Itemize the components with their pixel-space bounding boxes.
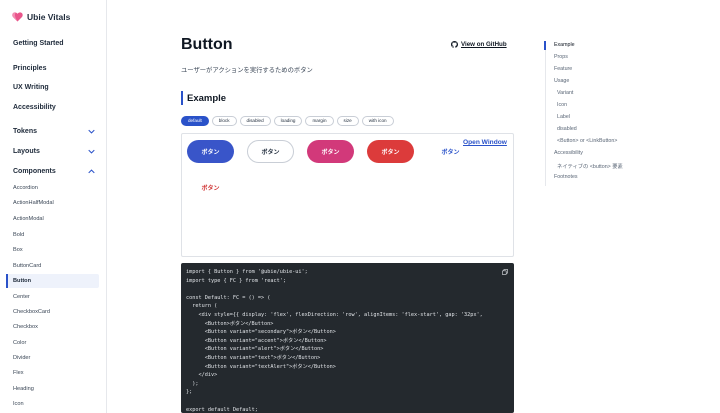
secondary-button[interactable]: ボタン [247, 140, 294, 163]
code-line: return ( [186, 303, 218, 310]
code-line: ); [186, 380, 199, 387]
github-link[interactable]: View on GitHub [451, 41, 507, 48]
toc-item-props[interactable]: Props [554, 54, 568, 60]
toc-item-feature[interactable]: Feature [554, 66, 572, 72]
tab-default[interactable]: default [181, 116, 209, 126]
active-item-indicator [6, 274, 8, 288]
sidebar-item-accordion[interactable]: Accordion [13, 185, 38, 191]
code-line: <Button variant="alert">ボタン</Button> [186, 346, 324, 353]
sidebar-item-icon[interactable]: Icon [13, 401, 24, 407]
section-title-example: Example [187, 93, 227, 104]
toc-active-indicator [544, 41, 546, 50]
brand-logo[interactable]: Ubie Vitals [12, 12, 70, 22]
sidebar-item-flex[interactable]: Flex [13, 370, 24, 376]
code-line: </div> [186, 372, 218, 379]
tab-size[interactable]: size [336, 116, 359, 126]
sidebar-item-divider[interactable]: Divider [13, 355, 30, 361]
code-line: import { Button } from '@ubie/ubie-ui'; [186, 269, 308, 275]
sidebar-item-heading[interactable]: Heading [13, 386, 34, 392]
text-button[interactable]: ボタン [427, 140, 474, 163]
sidebar: Ubie Vitals Getting Started Principles U… [0, 0, 107, 413]
code-line: import type { FC } from 'react'; [186, 277, 286, 284]
code-line: <Button>ボタン</Button> [186, 320, 274, 327]
toc-item-example[interactable]: Example [554, 42, 575, 48]
toc-item-accessibility[interactable]: Accessibility [554, 150, 583, 156]
alert-button[interactable]: ボタン [367, 140, 414, 163]
tab-block[interactable]: block [211, 116, 237, 126]
toc-item-variant[interactable]: Variant [557, 90, 573, 96]
sidebar-item-accessibility[interactable]: Accessibility [13, 104, 56, 111]
sidebar-item-bold[interactable]: Bold [13, 232, 24, 238]
heart-icon [12, 12, 23, 22]
tab-margin[interactable]: margin [305, 116, 334, 126]
sidebar-group-label: Components [13, 168, 56, 175]
toc-item-icon[interactable]: Icon [557, 102, 567, 108]
sidebar-item-checkbox[interactable]: Checkbox [13, 324, 38, 330]
chevron-down-icon [88, 149, 95, 154]
code-line: }; [186, 389, 193, 396]
github-icon [451, 41, 458, 48]
primary-button[interactable]: ボタン [187, 140, 234, 163]
sidebar-item-box[interactable]: Box [13, 247, 23, 253]
github-link-label: View on GitHub [461, 41, 507, 48]
code-block: import { Button } from '@ubie/ubie-ui'; … [181, 263, 514, 413]
sidebar-group-layouts[interactable]: Layouts [13, 148, 95, 155]
code-line: <Button variant="accent">ボタン</Button> [186, 337, 327, 344]
toc-item-native-button[interactable]: ネイティブの <button> 要素 [557, 162, 623, 170]
sidebar-item-getting-started[interactable]: Getting Started [13, 40, 64, 47]
sidebar-item-checkboxcard[interactable]: CheckboxCard [13, 309, 50, 315]
sidebar-group-label: Layouts [13, 148, 40, 155]
toc-item-button-or-linkbutton[interactable]: <Button> or <LinkButton> [557, 138, 617, 144]
sidebar-item-buttoncard[interactable]: ButtonCard [13, 263, 41, 269]
sidebar-item-button[interactable]: Button [13, 278, 31, 284]
code-content: import { Button } from '@ubie/ubie-ui'; … [186, 268, 511, 413]
code-line: const Default: FC = () => ( [186, 294, 271, 301]
code-line: <Button variant="text">ボタン</Button> [186, 354, 321, 361]
tab-disabled[interactable]: disabled [239, 116, 271, 126]
tab-loading[interactable]: loading [273, 116, 303, 126]
sidebar-item-color[interactable]: Color [13, 340, 26, 346]
toc-item-disabled[interactable]: disabled [557, 126, 577, 132]
code-line: <Button variant="textAlert">ボタン</Button> [186, 363, 336, 370]
code-line: export default Default; [186, 406, 258, 413]
chevron-down-icon [88, 129, 95, 134]
sidebar-item-actionmodal[interactable]: ActionModal [13, 216, 44, 222]
toc-item-footnotes[interactable]: Footnotes [554, 174, 578, 180]
page-title: Button [181, 36, 233, 53]
toc-rail [545, 41, 546, 186]
sidebar-group-tokens[interactable]: Tokens [13, 128, 95, 135]
text-alert-button[interactable]: ボタン [187, 176, 234, 199]
sidebar-group-label: Tokens [13, 128, 37, 135]
code-line: <div style={{ display: 'flex', flexDirec… [186, 311, 483, 318]
sidebar-item-actionhalfmodal[interactable]: ActionHalfModal [13, 200, 54, 206]
sidebar-item-ux-writing[interactable]: UX Writing [13, 84, 49, 91]
code-line: <Button variant="secondary">ボタン</Button> [186, 329, 336, 336]
toc-item-usage[interactable]: Usage [554, 78, 569, 84]
sidebar-group-components[interactable]: Components [13, 168, 95, 175]
example-tabs: default block disabled loading margin si… [181, 116, 394, 126]
page-subtitle: ユーザーがアクションを実行するためのボタン [181, 67, 313, 74]
section-accent-bar [181, 91, 183, 105]
sidebar-item-center[interactable]: Center [13, 294, 30, 300]
tab-with-icon[interactable]: with icon [361, 116, 394, 126]
accent-button[interactable]: ボタン [307, 140, 354, 163]
brand-name: Ubie Vitals [27, 12, 71, 22]
chevron-up-icon [88, 169, 95, 174]
toc-item-label[interactable]: Label [557, 114, 570, 120]
sidebar-item-principles[interactable]: Principles [13, 65, 46, 72]
